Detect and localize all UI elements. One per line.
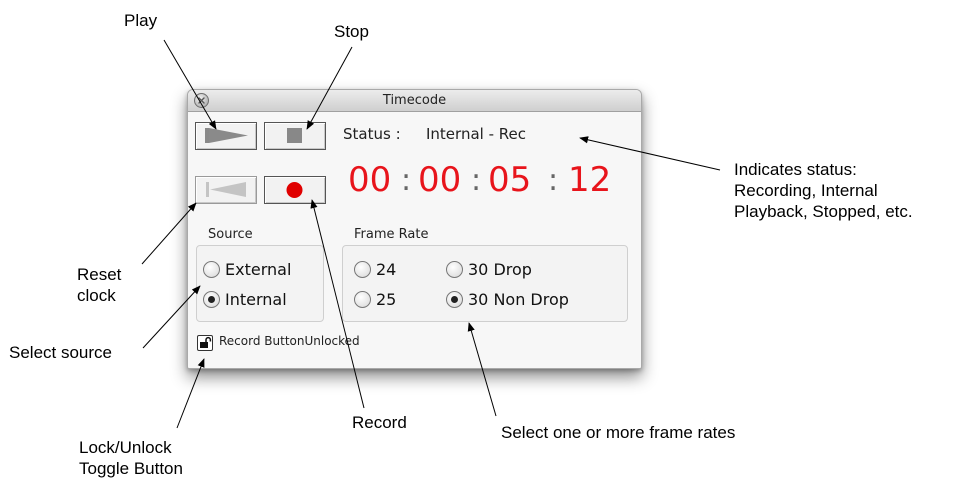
timecode-seconds: 05 [488, 160, 532, 200]
title-bar[interactable]: Timecode [188, 90, 641, 112]
source-group [196, 245, 324, 322]
timecode-separator: : [548, 163, 559, 198]
radio-dot [446, 261, 463, 278]
callout-status-line1: Indicates status: [734, 160, 857, 179]
frame-rate-24-label: 24 [376, 260, 397, 279]
radio-dot [203, 261, 220, 278]
timecode-separator: : [471, 163, 482, 198]
callout-lock-line1: Lock/Unlock [79, 438, 172, 457]
frame-rate-25-label: 25 [376, 290, 397, 309]
play-icon [205, 128, 248, 143]
stop-button[interactable] [264, 122, 326, 150]
source-internal-radio[interactable]: Internal [203, 290, 287, 309]
radio-dot-selected [446, 291, 463, 308]
callout-lock: Lock/Unlock Toggle Button [79, 437, 183, 479]
record-icon [286, 182, 303, 198]
timecode-separator: : [401, 163, 412, 198]
record-button[interactable] [264, 176, 326, 204]
frame-rate-label: Frame Rate [354, 227, 429, 242]
radio-dot [354, 261, 371, 278]
source-external-label: External [225, 260, 292, 279]
callout-play: Play [124, 11, 158, 30]
callout-record: Record [352, 413, 407, 432]
timecode-minutes: 00 [418, 160, 462, 200]
timecode-window: Timecode Status : Internal - Rec 00 : 00… [187, 89, 642, 369]
frame-rate-30-drop-radio[interactable]: 30 Drop [446, 260, 532, 279]
callout-frame-rates: Select one or more frame rates [501, 423, 736, 442]
frame-rate-25-radio[interactable]: 25 [354, 290, 396, 309]
timecode-frames: 12 [568, 160, 612, 200]
frame-rate-30-non-drop-radio[interactable]: 30 Non Drop [446, 290, 569, 309]
source-external-radio[interactable]: External [203, 260, 291, 279]
callout-reset: Reset clock [77, 264, 121, 306]
callout-lock-line2: Toggle Button [79, 459, 183, 478]
callout-reset-line1: Reset [77, 265, 122, 284]
reset-clock-icon [206, 182, 246, 197]
frame-rate-24-radio[interactable]: 24 [354, 260, 396, 279]
window-title: Timecode [382, 93, 447, 108]
reset-clock-button[interactable] [195, 176, 257, 204]
status-label: Status : [343, 125, 401, 143]
radio-dot-selected [203, 291, 220, 308]
stop-icon [287, 128, 302, 143]
callout-status-line3: Playback, Stopped, etc. [734, 202, 913, 221]
frame-rate-30-drop-label: 30 Drop [468, 260, 532, 279]
source-label: Source [208, 227, 253, 242]
source-internal-label: Internal [225, 290, 287, 309]
lock-toggle-button[interactable] [197, 335, 213, 351]
arrow-lock [176, 358, 205, 429]
frame-rate-group [342, 245, 628, 322]
radio-dot [354, 291, 371, 308]
unlock-icon [200, 336, 212, 348]
callout-reset-line2: clock [77, 286, 116, 305]
callout-status: Indicates status: Recording, Internal Pl… [734, 159, 913, 222]
status-value: Internal - Rec [426, 125, 526, 143]
frame-rate-30-non-drop-label: 30 Non Drop [468, 290, 569, 309]
callout-stop: Stop [334, 22, 369, 41]
timecode-hours: 00 [348, 160, 392, 200]
callout-status-line2: Recording, Internal [734, 181, 878, 200]
play-button[interactable] [195, 122, 257, 150]
lock-status-label: Record ButtonUnlocked [219, 334, 360, 348]
callout-select-source: Select source [9, 343, 112, 362]
